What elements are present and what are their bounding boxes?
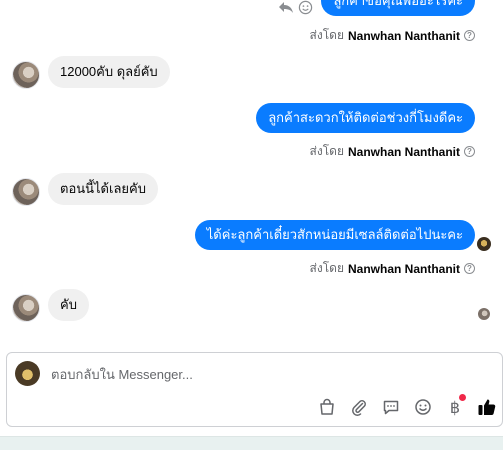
sent-by-prefix: ส่งโดย (309, 261, 344, 275)
contact-avatar[interactable] (12, 178, 40, 206)
sent-by-name[interactable]: Nanwhan Nanthanit (348, 29, 460, 43)
incoming-message[interactable]: ตอนนี้ได้เลยคับ (48, 173, 158, 205)
incoming-message[interactable]: คับ (48, 289, 89, 321)
outgoing-message[interactable]: ได้ค่ะลูกค้าเดี๋ยวสักหน่อยมีเซลล์ติดต่อไ… (194, 220, 475, 250)
shop-bag-icon[interactable] (316, 396, 338, 418)
sent-by-label: ส่งโดย Nanwhan Nanthanit ? (310, 142, 475, 161)
help-icon[interactable]: ? (464, 146, 475, 157)
outgoing-message[interactable]: ลูกค้าขอคุณพ่ออะไรคะ (321, 0, 475, 16)
seen-by-avatar (477, 237, 491, 251)
help-icon[interactable]: ? (464, 30, 475, 41)
incoming-message[interactable]: 12000คับ ดุลย์คับ (48, 56, 170, 88)
attachment-icon[interactable] (348, 396, 370, 418)
page-avatar (15, 361, 40, 386)
sent-by-prefix: ส่งโดย (309, 28, 344, 42)
reply-icon[interactable] (278, 0, 294, 15)
sent-by-name[interactable]: Nanwhan Nanthanit (348, 262, 460, 276)
page-footer-strip (0, 436, 503, 450)
composer-toolbar: ฿ (316, 394, 498, 418)
reply-input[interactable] (51, 367, 451, 382)
baht-symbol: ฿ (449, 397, 461, 417)
outgoing-message[interactable]: ลูกค้าสะดวกให้ติดต่อช่วงกี่โมงดีคะ (256, 103, 475, 133)
saved-replies-icon[interactable] (380, 396, 402, 418)
help-icon[interactable]: ? (464, 263, 475, 274)
sent-by-name[interactable]: Nanwhan Nanthanit (348, 145, 460, 159)
contact-avatar[interactable] (12, 294, 40, 322)
reply-composer: ฿ (6, 352, 503, 427)
payment-baht-icon[interactable]: ฿ (444, 394, 466, 418)
message-actions (278, 0, 313, 15)
emoji-icon[interactable] (412, 396, 434, 418)
react-emoji-icon[interactable] (298, 0, 313, 15)
conversation-thread: ลูกค้าขอคุณพ่ออะไรคะ ส่งโดย Nanwhan Nant… (0, 0, 503, 348)
sent-by-label: ส่งโดย Nanwhan Nanthanit ? (310, 259, 475, 278)
sent-by-prefix: ส่งโดย (309, 144, 344, 158)
contact-avatar[interactable] (12, 61, 40, 89)
seen-by-avatar (478, 308, 490, 320)
sent-by-label: ส่งโดย Nanwhan Nanthanit ? (310, 26, 475, 45)
like-icon[interactable] (476, 396, 498, 418)
notification-dot (459, 394, 466, 401)
